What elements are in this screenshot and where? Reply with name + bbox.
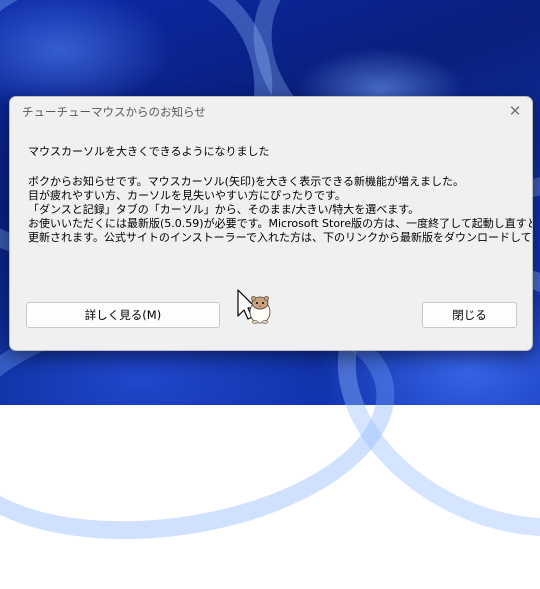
message-line: 「ダンスと記録」タブの「カーソル」から、そのまま/大きい/特大を選べます。 xyxy=(28,203,420,216)
close-icon[interactable]: ✕ xyxy=(502,99,528,123)
details-button[interactable]: 詳しく見る(M) xyxy=(26,302,220,328)
dialog-titlebar[interactable]: チューチューマウスからのお知らせ ✕ xyxy=(10,97,532,125)
cursor-mascot xyxy=(236,288,276,332)
message-line: 目が疲れやすい方、カーソルを見失いやすい方にぴったりです。 xyxy=(28,189,346,202)
message-line: 更新されます。公式サイトのインストーラーで入れた方は、下のリンクから最新版をダウ… xyxy=(28,231,533,244)
hamster-mascot-icon xyxy=(249,296,271,324)
dialog-body: マウスカーソルを大きくできるようになりました ボクからお知らせです。マウスカーソ… xyxy=(28,145,533,245)
message-line: お使いいただくには最新版(5.0.59)が必要です。Microsoft Stor… xyxy=(28,217,533,230)
arrow-cursor-icon xyxy=(237,289,271,324)
close-button[interactable]: 閉じる xyxy=(422,302,517,328)
dialog-title: チューチューマウスからのお知らせ xyxy=(22,105,206,119)
dialog-heading: マウスカーソルを大きくできるようになりました xyxy=(28,145,270,158)
message-line: ボクからお知らせです。マウスカーソル(矢印)を大きく表示できる新機能が増えました… xyxy=(28,175,465,188)
